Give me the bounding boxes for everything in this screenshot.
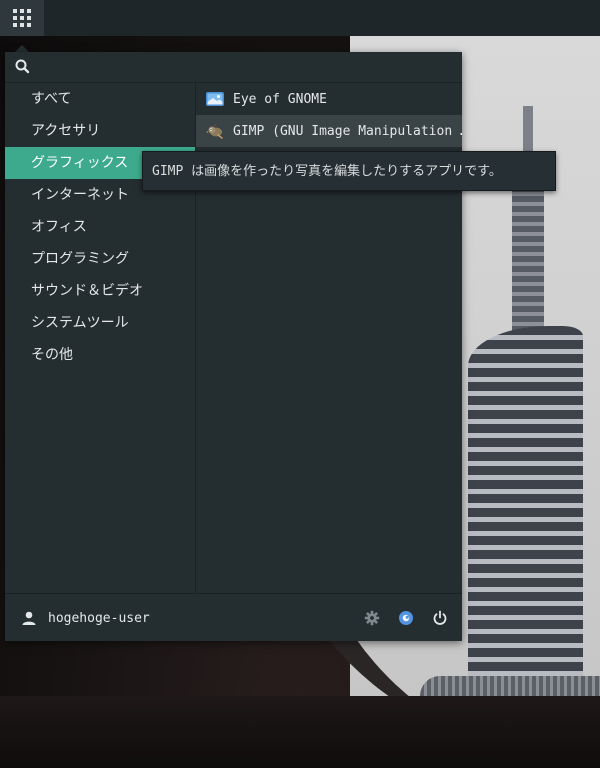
top-panel: [0, 0, 600, 36]
gear-icon: [364, 610, 380, 626]
search-icon: [15, 59, 30, 74]
user-icon: [22, 611, 36, 625]
wallpaper-ground: [0, 696, 600, 768]
category-sound-video[interactable]: サウンド＆ビデオ: [5, 275, 195, 307]
app-grid-icon: [13, 9, 31, 27]
search-bar: [5, 52, 462, 83]
application-menu: すべて アクセサリ グラフィックス インターネット オフィス プログラミング サ…: [5, 52, 462, 641]
settings-button[interactable]: [360, 606, 384, 630]
wallpaper-tower-top: [512, 186, 544, 336]
image-viewer-icon: [206, 92, 224, 106]
category-accessories[interactable]: アクセサリ: [5, 115, 195, 147]
app-item-eog[interactable]: Eye of GNOME: [196, 83, 462, 115]
power-button[interactable]: [428, 606, 452, 630]
category-system-tools[interactable]: システムツール: [5, 307, 195, 339]
power-icon: [433, 610, 447, 625]
user-name[interactable]: hogehoge-user: [48, 611, 360, 626]
category-office[interactable]: オフィス: [5, 211, 195, 243]
search-input[interactable]: [34, 53, 462, 81]
applications-menu-button[interactable]: [0, 0, 44, 36]
wallpaper-tower: [468, 326, 583, 706]
app-label: GIMP (GNU Image Manipulation …: [233, 123, 462, 139]
menu-footer: hogehoge-user: [5, 593, 462, 642]
menu-pointer: [15, 45, 29, 52]
category-all[interactable]: すべて: [5, 83, 195, 115]
lock-screen-icon: [399, 611, 413, 625]
gimp-icon: [206, 123, 223, 139]
category-other[interactable]: その他: [5, 339, 195, 371]
category-programming[interactable]: プログラミング: [5, 243, 195, 275]
app-tooltip: GIMP は画像を作ったり写真を編集したりするアプリです。: [142, 151, 556, 191]
app-label: Eye of GNOME: [233, 91, 327, 107]
app-item-gimp[interactable]: GIMP (GNU Image Manipulation …: [196, 115, 462, 147]
lock-screen-button[interactable]: [394, 606, 418, 630]
